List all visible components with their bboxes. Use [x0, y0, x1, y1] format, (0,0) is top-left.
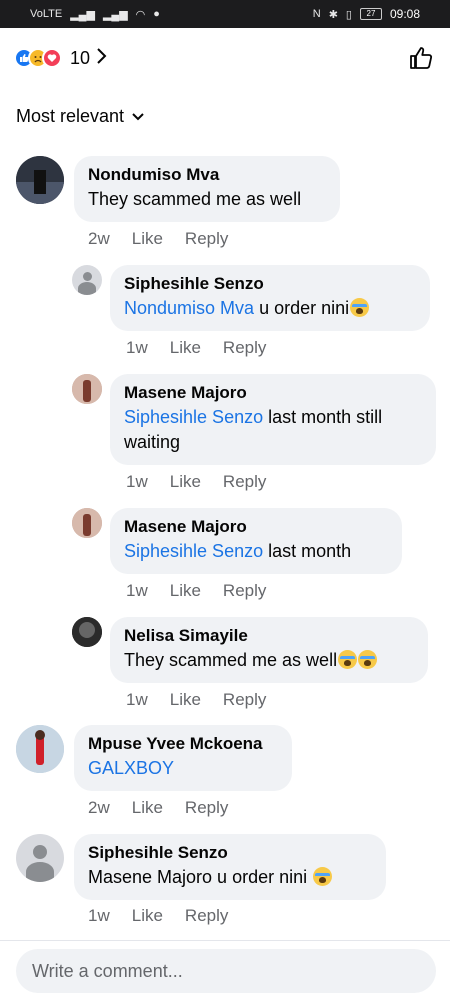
- commenter-name[interactable]: Nondumiso Mva: [88, 165, 326, 185]
- mention-link[interactable]: Siphesihle Senzo: [124, 541, 263, 561]
- commenter-name[interactable]: Siphesihle Senzo: [124, 274, 416, 294]
- comment-reply-link[interactable]: Reply: [185, 229, 228, 249]
- love-icon: [42, 48, 62, 68]
- reaction-count: 10: [70, 47, 91, 68]
- comment-actions: 1w Like Reply: [126, 581, 266, 601]
- comment-text: GALXBOY: [88, 756, 278, 781]
- comment-time: 1w: [126, 581, 148, 600]
- status-bar: VoLTE ▂▄▆ ▂▄▆ ◠ ● N ✱ ▯ 27 09:08: [0, 0, 450, 28]
- reply-item: Masene Majoro Siphesihle Senzo last mont…: [72, 508, 402, 574]
- signal-icon-2: ▂▄▆: [102, 8, 128, 21]
- crying-emoji-icon: [338, 650, 358, 669]
- comment-like-link[interactable]: Like: [170, 338, 201, 358]
- comment-input[interactable]: [16, 949, 436, 993]
- wifi-icon: ◠: [135, 8, 146, 21]
- comment-text: They scammed me as well: [88, 189, 302, 209]
- bluetooth-icon: ✱: [328, 8, 338, 21]
- comment-item: Siphesihle Senzo Masene Majoro u order n…: [16, 834, 386, 900]
- thumbs-up-icon: [410, 47, 433, 69]
- vibrate-icon: ▯: [345, 8, 352, 21]
- comment-text: Siphesihle Senzo last month: [124, 541, 352, 561]
- comment-bubble: Masene Majoro Siphesihle Senzo last mont…: [110, 508, 402, 574]
- avatar[interactable]: [72, 374, 102, 404]
- comment-actions: 1w Like Reply: [126, 338, 266, 358]
- comment-time: 1w: [126, 338, 148, 357]
- status-right-icons: N ✱ ▯ 27 09:08: [313, 7, 420, 21]
- avatar[interactable]: [72, 265, 102, 295]
- comment-reply-link[interactable]: Reply: [223, 581, 266, 601]
- comment-item: Mpuse Yvee Mckoena GALXBOY: [16, 725, 292, 791]
- comment-time: 2w: [88, 798, 110, 817]
- comment-time: 2w: [88, 229, 110, 248]
- comment-bubble: Masene Majoro Siphesihle Senzo last mont…: [110, 374, 436, 465]
- crying-emoji-icon: [313, 867, 333, 886]
- commenter-name[interactable]: Masene Majoro: [124, 517, 388, 537]
- like-button[interactable]: [406, 43, 436, 73]
- comment-text: Siphesihle Senzo last month still waitin…: [124, 407, 383, 452]
- crying-emoji-icon: [350, 298, 370, 317]
- avatar[interactable]: [16, 725, 64, 773]
- sort-label: Most relevant: [16, 106, 125, 126]
- comment-reply-link[interactable]: Reply: [223, 690, 266, 710]
- comment-like-link[interactable]: Like: [170, 581, 201, 601]
- avatar[interactable]: [72, 617, 102, 647]
- comment-reply-link[interactable]: Reply: [223, 472, 266, 492]
- notification-icon: ●: [153, 8, 160, 20]
- clock: 09:08: [389, 7, 420, 21]
- comment-bubble: Siphesihle Senzo Masene Majoro u order n…: [74, 834, 386, 900]
- crying-emoji-icon: [358, 650, 378, 669]
- comment-like-link[interactable]: Like: [170, 472, 201, 492]
- commenter-name[interactable]: Nelisa Simayile: [124, 626, 414, 646]
- comment-actions: 1w Like Reply: [88, 906, 228, 926]
- reply-item: Siphesihle Senzo Nondumiso Mva u order n…: [72, 265, 430, 331]
- mention-link[interactable]: GALXBOY: [88, 758, 174, 778]
- comment-bubble: Mpuse Yvee Mckoena GALXBOY: [74, 725, 292, 791]
- comment-like-link[interactable]: Like: [132, 906, 163, 926]
- comment-like-link[interactable]: Like: [170, 690, 201, 710]
- status-left-icons: VoLTE ▂▄▆ ▂▄▆ ◠ ●: [30, 8, 160, 21]
- comment-like-link[interactable]: Like: [132, 229, 163, 249]
- signal-icon: ▂▄▆: [70, 8, 95, 21]
- reactions-summary[interactable]: 10: [14, 47, 108, 70]
- avatar[interactable]: [16, 834, 64, 882]
- comment-reply-link[interactable]: Reply: [185, 798, 228, 818]
- sort-dropdown[interactable]: Most relevant: [16, 106, 144, 127]
- nfc-icon: N: [312, 8, 321, 20]
- comment-reply-link[interactable]: Reply: [185, 906, 228, 926]
- reactions-header: 10: [14, 42, 436, 74]
- comment-text: They scammed me as well: [124, 648, 414, 673]
- comment-bubble: Siphesihle Senzo Nondumiso Mva u order n…: [110, 265, 430, 331]
- comment-bubble: Nelisa Simayile They scammed me as well: [110, 617, 428, 683]
- mention-link[interactable]: Nondumiso Mva: [124, 298, 254, 318]
- comment-actions: 1w Like Reply: [126, 690, 266, 710]
- comment-time: 1w: [126, 472, 148, 491]
- comment-reply-link[interactable]: Reply: [223, 338, 266, 358]
- commenter-name[interactable]: Siphesihle Senzo: [88, 843, 372, 863]
- comment-bubble: Nondumiso Mva They scammed me as well: [74, 156, 340, 222]
- reply-item: Nelisa Simayile They scammed me as well: [72, 617, 428, 683]
- chevron-down-icon: [132, 110, 144, 124]
- comment-like-link[interactable]: Like: [132, 798, 163, 818]
- avatar[interactable]: [16, 156, 64, 204]
- commenter-name[interactable]: Masene Majoro: [124, 383, 422, 403]
- comment-item: Nondumiso Mva They scammed me as well: [16, 156, 340, 222]
- volte-icon: VoLTE: [30, 8, 63, 20]
- comment-time: 1w: [126, 690, 148, 709]
- comment-text: Nondumiso Mva u order nini: [124, 296, 416, 321]
- chevron-right-icon: [96, 47, 108, 70]
- avatar[interactable]: [72, 508, 102, 538]
- battery-icon: 27: [359, 8, 382, 20]
- comment-actions: 2w Like Reply: [88, 798, 228, 818]
- commenter-name[interactable]: Mpuse Yvee Mckoena: [88, 734, 278, 754]
- comment-time: 1w: [88, 906, 110, 925]
- mention-link[interactable]: Siphesihle Senzo: [124, 407, 263, 427]
- comment-text: Masene Majoro u order nini: [88, 865, 372, 890]
- comment-composer: [0, 940, 450, 1000]
- comment-actions: 2w Like Reply: [88, 229, 228, 249]
- reply-item: Masene Majoro Siphesihle Senzo last mont…: [72, 374, 436, 465]
- comment-actions: 1w Like Reply: [126, 472, 266, 492]
